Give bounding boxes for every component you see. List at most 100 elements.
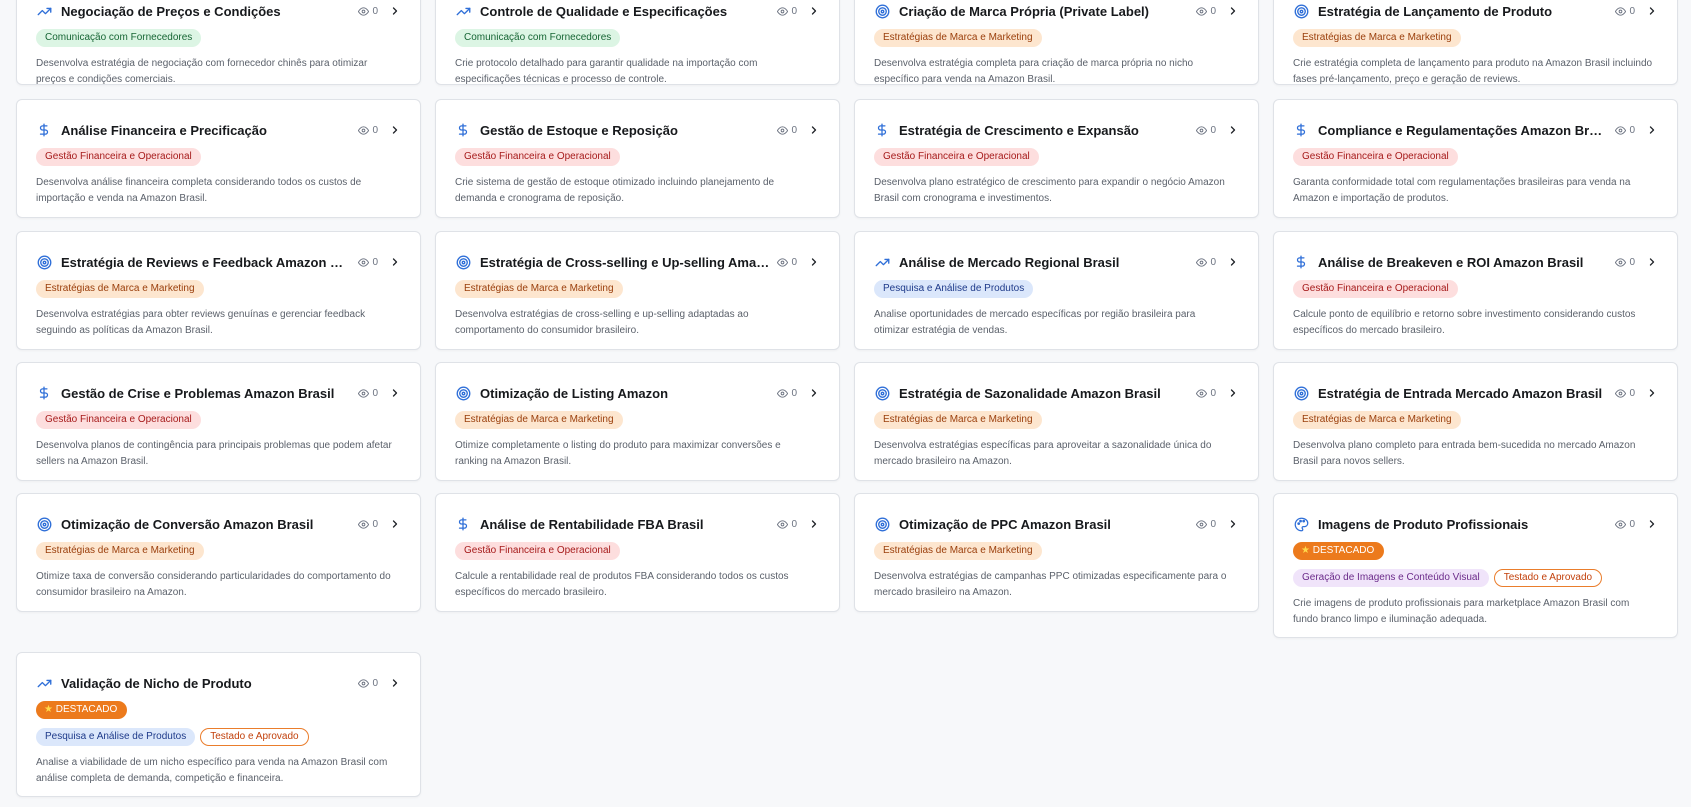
description-line: Analise a viabilidade de um nicho especí… xyxy=(36,757,388,768)
prompt-card[interactable]: Análise Financeira e Precificação 0 Gestão… xyxy=(16,99,421,218)
prompt-card[interactable]: Otimização de PPC Amazon Brasil 0 Estratég… xyxy=(854,493,1259,612)
prompt-card[interactable]: Otimização de Listing Amazon 0 Estratégias… xyxy=(435,362,840,481)
featured-badge-label: DESTACADO xyxy=(55,704,118,715)
chevron-right-icon[interactable] xyxy=(1227,387,1239,399)
dollar-icon xyxy=(36,385,52,401)
chevron-right-icon[interactable] xyxy=(808,518,820,530)
card-description: Desenvolva estratégias de cross-selling … xyxy=(455,307,820,339)
chevron-right-icon[interactable] xyxy=(808,5,820,17)
prompt-card[interactable]: Validação de Nicho de Produto 0 ★ DESTACAD… xyxy=(16,652,421,797)
card-description: Analise a viabilidade de um nicho especí… xyxy=(36,755,401,787)
chevron-right-icon[interactable] xyxy=(389,124,401,136)
chevron-right-icon[interactable] xyxy=(1646,387,1658,399)
description-line: Crie sistema de gestão de estoque otimiz… xyxy=(455,177,775,188)
view-count-value: 0 xyxy=(372,677,378,689)
card-header: Gestão de Estoque e Reposição 0 xyxy=(455,120,820,140)
view-count-value: 0 xyxy=(372,387,378,399)
card-header: Análise de Rentabilidade FBA Brasil 0 xyxy=(455,514,820,534)
prompt-card[interactable]: Estratégia de Lançamento de Produto 0 Estr… xyxy=(1273,0,1678,85)
prompt-card[interactable]: Controle de Qualidade e Especificações 0 C… xyxy=(435,0,840,85)
card-title: Controle de Qualidade e Especificações xyxy=(480,3,728,19)
chevron-right-icon[interactable] xyxy=(389,518,401,530)
card-description: Desenvolva plano completo para entrada b… xyxy=(1293,438,1658,470)
description-line: Desenvolva estratégia de negociação com … xyxy=(36,58,368,69)
prompt-card[interactable]: Estratégia de Cross-selling e Up-selling… xyxy=(435,231,840,350)
card-header: Controle de Qualidade e Especificações 0 xyxy=(455,1,820,21)
prompt-card[interactable]: Otimização de Conversão Amazon Brasil 0 Es… xyxy=(16,493,421,612)
prompt-card[interactable]: Gestão de Crise e Problemas Amazon Brasi… xyxy=(16,362,421,481)
prompt-card[interactable]: Estratégia de Reviews e Feedback Amazon … xyxy=(16,231,421,350)
eye-icon xyxy=(358,6,370,17)
eye-icon xyxy=(777,125,789,136)
category-badge: Gestão Financeira e Operacional xyxy=(1293,280,1458,298)
view-count: 0 xyxy=(358,124,401,136)
prompt-card[interactable]: Análise de Breakeven e ROI Amazon Brasil… xyxy=(1273,231,1678,350)
card-description: Desenvolva estratégias para obter review… xyxy=(36,307,401,339)
chevron-right-icon[interactable] xyxy=(1646,5,1658,17)
target-icon xyxy=(874,385,890,401)
category-badges: Gestão Financeira e Operacional xyxy=(455,148,820,166)
chevron-right-icon[interactable] xyxy=(1227,124,1239,136)
chevron-right-icon[interactable] xyxy=(1227,256,1239,268)
chevron-right-icon[interactable] xyxy=(808,124,820,136)
chevron-right-icon[interactable] xyxy=(808,256,820,268)
view-count: 0 xyxy=(1615,518,1658,530)
prompt-card[interactable]: Estratégia de Crescimento e Expansão 0 Ges… xyxy=(854,99,1259,218)
category-badge: Estratégias de Marca e Marketing xyxy=(36,280,204,298)
card-description: Garanta conformidade total com regulamen… xyxy=(1293,175,1658,207)
eye-icon xyxy=(777,388,789,399)
prompt-card[interactable]: Estratégia de Sazonalidade Amazon Brasil… xyxy=(854,362,1259,481)
view-count-value: 0 xyxy=(791,256,797,268)
card-header: Análise de Breakeven e ROI Amazon Brasil… xyxy=(1293,252,1658,272)
view-count-value: 0 xyxy=(1629,387,1635,399)
prompt-card[interactable]: Análise de Mercado Regional Brasil 0 Pesqu… xyxy=(854,231,1259,350)
card-header: Análise Financeira e Precificação 0 xyxy=(36,120,401,140)
chevron-right-icon[interactable] xyxy=(389,677,401,689)
chevron-right-icon[interactable] xyxy=(389,256,401,268)
chevron-right-icon[interactable] xyxy=(389,387,401,399)
view-count: 0 xyxy=(1196,5,1239,17)
card-description: Desenvolva estratégias de campanhas PPC … xyxy=(874,569,1239,601)
featured-badge-label: DESTACADO xyxy=(1312,545,1375,556)
status-badge: Testado e Aprovado xyxy=(1493,569,1603,587)
category-badges: Comunicação com Fornecedores xyxy=(36,29,401,47)
view-count-value: 0 xyxy=(791,518,797,530)
category-badges: Estratégias de Marca e Marketing xyxy=(36,542,401,560)
prompt-card[interactable]: Negociação de Preços e Condições 0 Comunic… xyxy=(16,0,421,85)
category-badges: Pesquisa e Análise de Produtos Testado e … xyxy=(36,728,401,746)
star-icon: ★ xyxy=(44,704,56,715)
chevron-right-icon[interactable] xyxy=(1646,256,1658,268)
eye-icon xyxy=(777,6,789,17)
card-header: Negociação de Preços e Condições 0 xyxy=(36,1,401,21)
description-line: Garanta conformidade total com regulamen… xyxy=(1293,177,1631,188)
chevron-right-icon[interactable] xyxy=(808,387,820,399)
card-description: Otimize taxa de conversão considerando p… xyxy=(36,569,401,601)
category-badges: Estratégias de Marca e Marketing xyxy=(455,280,820,298)
card-header: Estratégia de Sazonalidade Amazon Brasil… xyxy=(874,383,1239,403)
chevron-right-icon[interactable] xyxy=(1646,124,1658,136)
description-line: especificações técnicas e processo de co… xyxy=(455,74,667,85)
prompt-card[interactable]: Imagens de Produto Profissionais 0 ★ DESTA… xyxy=(1273,493,1678,638)
prompt-card[interactable]: Gestão de Estoque e Reposição 0 Gestão Fin… xyxy=(435,99,840,218)
card-description: Desenvolva análise financeira completa c… xyxy=(36,175,401,207)
eye-icon xyxy=(1615,125,1627,136)
chevron-right-icon[interactable] xyxy=(389,5,401,17)
chevron-right-icon[interactable] xyxy=(1227,5,1239,17)
prompt-card[interactable]: Análise de Rentabilidade FBA Brasil 0 Gest… xyxy=(435,493,840,612)
chevron-right-icon[interactable] xyxy=(1227,518,1239,530)
eye-icon xyxy=(358,388,370,399)
description-line: Desenvolva plano estratégico de crescime… xyxy=(874,177,1225,188)
card-header: Otimização de Conversão Amazon Brasil 0 xyxy=(36,514,401,534)
category-badge: Gestão Financeira e Operacional xyxy=(455,148,620,166)
prompt-card[interactable]: Estratégia de Entrada Mercado Amazon Bra… xyxy=(1273,362,1678,481)
category-badge: Gestão Financeira e Operacional xyxy=(455,542,620,560)
description-line: Desenvolva estratégias para obter review… xyxy=(36,309,366,320)
prompt-card[interactable]: Criação de Marca Própria (Private Label)… xyxy=(854,0,1259,85)
dollar-icon xyxy=(874,122,890,138)
chevron-right-icon[interactable] xyxy=(1646,518,1658,530)
prompt-card[interactable]: Compliance e Regulamentações Amazon Bras… xyxy=(1273,99,1678,218)
card-title: Análise de Rentabilidade FBA Brasil xyxy=(480,516,704,532)
category-badge: Estratégias de Marca e Marketing xyxy=(874,542,1042,560)
view-count: 0 xyxy=(777,124,820,136)
view-count-value: 0 xyxy=(1629,124,1635,136)
